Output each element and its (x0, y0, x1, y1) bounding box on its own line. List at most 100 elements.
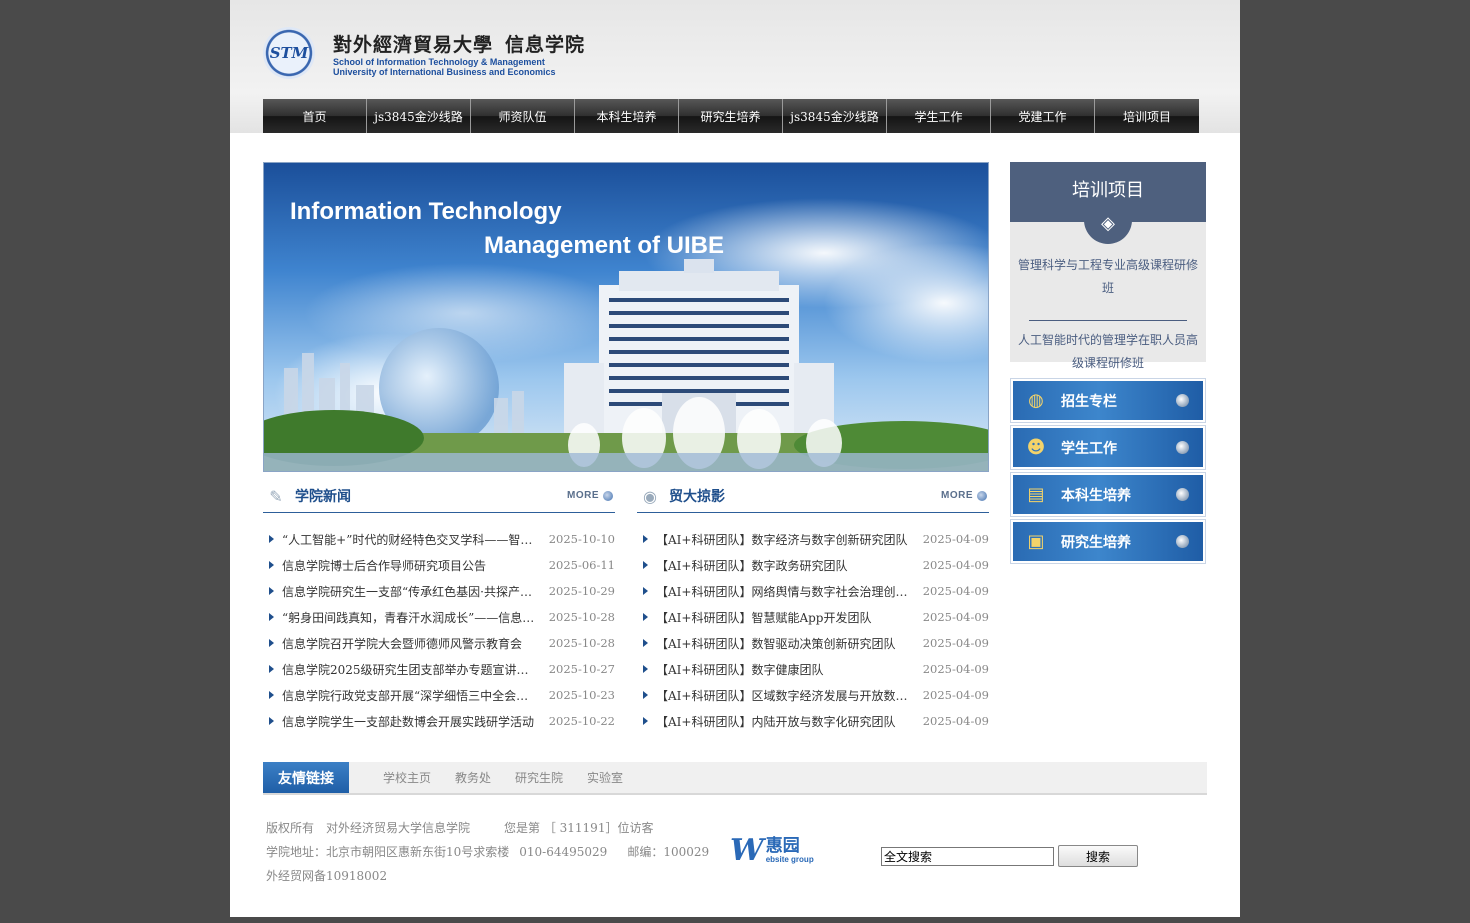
banner-line-1: Information Technology (290, 198, 562, 225)
side-menu-student-affairs[interactable]: ☻ 学生工作 (1010, 425, 1206, 470)
link-graduate-school[interactable]: 研究生院 (515, 769, 563, 786)
circle-bullet-icon (1176, 488, 1189, 501)
nav-item-undergraduate[interactable]: 本科生培养 (575, 99, 679, 133)
logo-school-name: 對外經濟貿易大學 (333, 33, 494, 56)
page: STM 對外經濟貿易大學 信息学院 School of Information T… (230, 0, 1240, 917)
footer-copyright: 版权所有 对外经济贸易大学信息学院 (266, 821, 471, 835)
list-item[interactable]: 信息学院行政党支部开展“深学细悟三中全会精神... 2025-10-23 (263, 682, 615, 708)
camera-icon: ◉ (643, 486, 657, 506)
bullet-arrow-icon (643, 639, 648, 647)
uibe-photos-list: 【AI+科研团队】数字经济与数字创新研究团队 2025-04-09 【AI+科研团… (637, 513, 989, 734)
list-item[interactable]: 【AI+科研团队】数字经济与数字创新研究团队 2025-04-09 (637, 526, 989, 552)
pencil-icon: ✎ (269, 486, 283, 506)
college-news-section: ✎ 学院新闻 MORE “人工智能+”时代的财经特色交叉学科——智能... 202… (263, 480, 615, 734)
university-seal: STM (263, 27, 315, 79)
side-menu: ◍ 招生专栏 ☻ 学生工作 ▤ 本科生培养 ▣ 研究生培养 (1010, 378, 1206, 566)
site-search: 搜索 (881, 845, 1138, 867)
bullet-arrow-icon (269, 639, 274, 647)
nav-item-link-6[interactable]: js3845金沙线路 (783, 99, 887, 133)
side-menu-graduate[interactable]: ▣ 研究生培养 (1010, 519, 1206, 564)
uibe-photos-title: 贸大掠影 (669, 489, 725, 505)
logo-college-name: 信息学院 (505, 33, 586, 56)
list-item[interactable]: 信息学院博士后合作导师研究项目公告 2025-06-11 (263, 552, 615, 578)
nav-item-home[interactable]: 首页 (263, 99, 367, 133)
footer-postcode: 邮编：100029 (627, 845, 710, 859)
footer-address: 学院地址：北京市朝阳区惠新东街10号求索楼 (266, 845, 510, 859)
books-icon: ▤ (1027, 484, 1045, 505)
bullet-arrow-icon (643, 561, 648, 569)
bullet-arrow-icon (269, 587, 274, 595)
list-item[interactable]: 【AI+科研团队】数字健康团队 2025-04-09 (637, 656, 989, 682)
nav-item-party[interactable]: 党建工作 (991, 99, 1095, 133)
list-item[interactable]: 信息学院2025级研究生团支部举办专题宣讲活... 2025-10-27 (263, 656, 615, 682)
globe-icon: ◍ (1028, 390, 1044, 411)
training-link-2[interactable]: 人工智能时代的管理学在职人员高级课程研修班 (1013, 329, 1203, 375)
training-panel-header: 培训项目 ◈ (1010, 162, 1206, 244)
training-link-1[interactable]: 管理科学与工程专业高级课程研修班 (1013, 254, 1203, 300)
main-nav: 首页 js3845金沙线路 师资队伍 本科生培养 研究生培养 js3845金沙线… (263, 99, 1199, 133)
nav-item-link-2[interactable]: js3845金沙线路 (367, 99, 471, 133)
side-menu-admissions[interactable]: ◍ 招生专栏 (1010, 378, 1206, 423)
bullet-arrow-icon (269, 613, 274, 621)
uibe-photos-section: ◉ 贸大掠影 MORE 【AI+科研团队】数字经济与数字创新研究团队 2025-0… (637, 480, 989, 734)
banner-line-2: Management of UIBE (484, 232, 724, 259)
circle-bullet-icon (1176, 535, 1189, 548)
bullet-arrow-icon (643, 665, 648, 673)
list-item[interactable]: 信息学院学生一支部赴数博会开展实践研学活动 2025-10-22 (263, 708, 615, 734)
link-academic-affairs[interactable]: 教务处 (455, 769, 491, 786)
college-logo[interactable]: STM 對外經濟貿易大學 信息学院 School of Information T… (263, 27, 585, 79)
nav-item-student-affairs[interactable]: 学生工作 (887, 99, 991, 133)
training-panel: 培训项目 ◈ 管理科学与工程专业高级课程研修班 人工智能时代的管理学在职人员高级… (1010, 162, 1206, 370)
side-menu-undergraduate[interactable]: ▤ 本科生培养 (1010, 472, 1206, 517)
footer-icp: 外经贸网备10918002 (266, 869, 388, 883)
list-item[interactable]: 【AI+科研团队】智慧赋能App开发团队 2025-04-09 (637, 604, 989, 630)
bullet-arrow-icon (269, 535, 274, 543)
college-news-more-link[interactable]: MORE (567, 490, 613, 501)
list-item[interactable]: 【AI+科研团队】网络舆情与数字社会治理创新... 2025-04-09 (637, 578, 989, 604)
friendly-links-bar: 友情链接 学校主页 教务处 研究生院 实验室 (263, 762, 1207, 795)
logo-en-line-1: School of Information Technology & Manag… (333, 56, 545, 67)
bullet-arrow-icon (643, 613, 648, 621)
bullet-arrow-icon (269, 561, 274, 569)
logo-en-line-2: University of International Business and… (333, 66, 556, 77)
list-item[interactable]: “人工智能+”时代的财经特色交叉学科——智能... 2025-10-10 (263, 526, 615, 552)
more-arrow-icon (603, 490, 613, 501)
list-item[interactable]: 【AI+科研团队】数智驱动决策创新研究团队 2025-04-09 (637, 630, 989, 656)
friendly-links-label: 友情链接 (263, 762, 349, 793)
header: STM 對外經濟貿易大學 信息学院 School of Information T… (230, 0, 1240, 133)
list-item[interactable]: 信息学院召开学院大会暨师德师风警示教育会 2025-10-28 (263, 630, 615, 656)
bullet-arrow-icon (643, 587, 648, 595)
list-item[interactable]: 信息学院研究生一支部“传承红色基因·共探产业... 2025-10-29 (263, 578, 615, 604)
more-arrow-icon (977, 490, 987, 501)
list-item[interactable]: “躬身田间践真知，青春汗水润成长”——信息学... 2025-10-28 (263, 604, 615, 630)
notebook-icon: ▣ (1027, 531, 1045, 552)
bullet-arrow-icon (643, 691, 648, 699)
college-news-list: “人工智能+”时代的财经特色交叉学科——智能... 2025-10-10 信息学院… (263, 513, 615, 734)
college-news-title: 学院新闻 (295, 489, 351, 505)
link-university-home[interactable]: 学校主页 (383, 769, 431, 786)
bullet-arrow-icon (643, 717, 648, 725)
footer: 版权所有 对外经济贸易大学信息学院 您是第 ［ 311191］位访客 学院地址：北… (266, 816, 709, 888)
website-group-logo[interactable]: W 惠园 ebsite group (730, 836, 814, 866)
training-panel-title: 培训项目 (1072, 180, 1144, 201)
list-item[interactable]: 【AI+科研团队】内陆开放与数字化研究团队 2025-04-09 (637, 708, 989, 734)
bullet-arrow-icon (643, 535, 648, 543)
link-laboratory[interactable]: 实验室 (587, 769, 623, 786)
list-item[interactable]: 【AI+科研团队】数字政务研究团队 2025-04-09 (637, 552, 989, 578)
footer-phone: 010-64495029 (519, 845, 608, 859)
nav-item-faculty[interactable]: 师资队伍 (471, 99, 575, 133)
divider (1029, 320, 1187, 321)
hero-banner[interactable]: Information Technology Management of UIB… (263, 162, 989, 472)
bullet-arrow-icon (269, 665, 274, 673)
search-button[interactable]: 搜索 (1058, 845, 1138, 867)
uibe-photos-more-link[interactable]: MORE (941, 490, 987, 501)
bullet-arrow-icon (269, 691, 274, 699)
nav-item-graduate[interactable]: 研究生培养 (679, 99, 783, 133)
visitor-counter: 您是第 ［ 311191］位访客 (504, 821, 654, 835)
list-item[interactable]: 【AI+科研团队】区域数字经济发展与开放数据... 2025-04-09 (637, 682, 989, 708)
people-icon: ☻ (1026, 437, 1046, 458)
circle-bullet-icon (1176, 441, 1189, 454)
search-input[interactable] (881, 846, 1054, 866)
circle-bullet-icon (1176, 394, 1189, 407)
nav-item-training[interactable]: 培训项目 (1095, 99, 1199, 133)
